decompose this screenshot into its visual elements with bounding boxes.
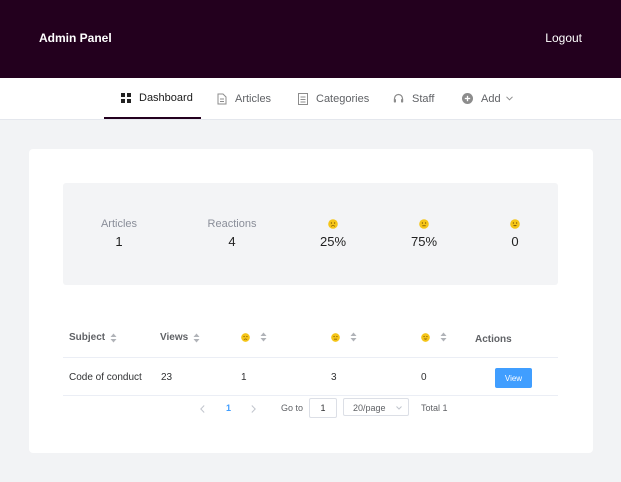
stat-value: 25% xyxy=(319,234,347,249)
nav-item-staff[interactable]: Staff xyxy=(393,78,434,119)
sort-icon xyxy=(350,332,357,342)
sort-icon xyxy=(193,333,200,342)
goto-label: Go to xyxy=(281,403,304,413)
cell-sad: 1 xyxy=(241,372,247,383)
happy-face-icon xyxy=(421,332,430,342)
neutral-face-icon xyxy=(331,332,340,342)
sort-icon xyxy=(440,332,447,342)
page-size-select[interactable]: 20/page xyxy=(343,398,409,416)
stat-value: 75% xyxy=(410,234,438,249)
stat-value: 0 xyxy=(511,234,519,249)
sort-icon xyxy=(260,332,267,342)
column-header-actions: Actions xyxy=(475,334,512,345)
pagination: 1 Go to 1 20/page Total 1 xyxy=(29,398,593,418)
dashboard-card: Articles 1 Reactions 4 25% 75% 0 Subject… xyxy=(29,149,593,453)
goto-page-input[interactable]: 1 xyxy=(309,398,337,418)
column-header-sad[interactable] xyxy=(241,332,267,342)
logout-link[interactable]: Logout xyxy=(545,31,582,45)
cell-views: 23 xyxy=(161,372,173,383)
grid-icon xyxy=(121,92,131,103)
nav-label: Dashboard xyxy=(139,91,193,104)
chevron-down-icon xyxy=(396,406,402,410)
nav-item-dashboard[interactable]: Dashboard xyxy=(104,78,201,119)
nav-label: Add xyxy=(481,92,501,105)
stat-value: 1 xyxy=(115,234,123,249)
top-header: Admin Panel Logout xyxy=(0,0,621,78)
total-count: Total 1 xyxy=(421,403,448,413)
chevron-left-icon xyxy=(200,404,205,413)
stat-happy: 0 xyxy=(470,217,560,249)
list-icon xyxy=(298,92,308,105)
headset-icon xyxy=(393,93,404,103)
sort-icon xyxy=(110,333,117,342)
chevron-down-icon xyxy=(505,96,513,101)
page-number-current[interactable]: 1 xyxy=(226,398,231,418)
stat-label: Reactions xyxy=(207,218,257,230)
column-header-views[interactable]: Views xyxy=(160,332,200,343)
cell-happy: 0 xyxy=(421,372,427,383)
nav-item-categories[interactable]: Categories xyxy=(298,78,369,119)
sad-face-icon xyxy=(241,332,250,342)
prev-page-button[interactable] xyxy=(200,398,205,418)
cell-neutral: 3 xyxy=(331,372,337,383)
cell-subject: Code of conduct xyxy=(69,372,142,383)
stat-neutral: 75% xyxy=(379,217,469,249)
chevron-right-icon xyxy=(251,404,256,413)
stats-panel: Articles 1 Reactions 4 25% 75% 0 xyxy=(63,183,558,285)
nav-label: Staff xyxy=(412,92,435,105)
sad-face-icon xyxy=(328,219,338,229)
column-header-neutral[interactable] xyxy=(331,332,357,342)
nav-item-articles[interactable]: Articles xyxy=(217,78,271,119)
stat-value: 4 xyxy=(228,234,236,249)
nav-label: Categories xyxy=(316,92,370,105)
document-icon xyxy=(217,93,227,104)
column-header-happy[interactable] xyxy=(421,332,447,342)
stat-label: Articles xyxy=(100,218,138,230)
stat-reactions: Reactions 4 xyxy=(187,217,277,249)
row-divider xyxy=(63,395,558,396)
happy-face-icon xyxy=(510,219,520,229)
stat-sad: 25% xyxy=(288,217,378,249)
nav-label: Articles xyxy=(235,92,272,105)
brand-title: Admin Panel xyxy=(39,31,112,45)
plus-circle-icon xyxy=(462,93,473,104)
next-page-button[interactable] xyxy=(251,398,256,418)
stat-articles: Articles 1 xyxy=(74,217,164,249)
main-nav: Dashboard Articles Categories Staff Add xyxy=(0,78,621,120)
nav-item-add[interactable]: Add xyxy=(462,78,513,119)
header-divider xyxy=(63,357,558,358)
page-size-value: 20/page xyxy=(353,403,386,413)
view-button[interactable]: View xyxy=(495,368,532,388)
neutral-face-icon xyxy=(419,219,429,229)
column-header-subject[interactable]: Subject xyxy=(69,332,117,343)
